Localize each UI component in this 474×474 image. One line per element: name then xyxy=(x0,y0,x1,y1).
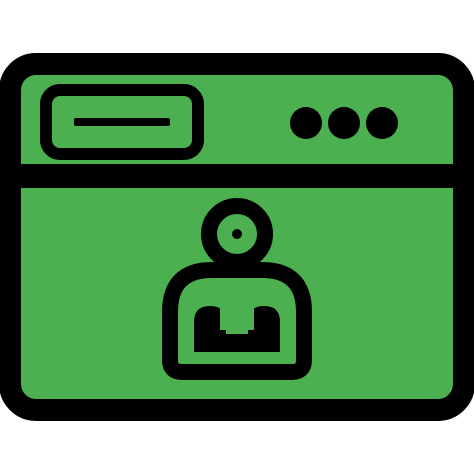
address-bar-line xyxy=(74,118,170,126)
user-shirt-gap xyxy=(220,306,254,330)
window-dot-1 xyxy=(290,107,322,139)
window-header-divider xyxy=(10,164,464,188)
browser-user-profile-icon xyxy=(0,0,474,474)
window-dot-2 xyxy=(328,107,360,139)
user-head-dot xyxy=(232,229,242,239)
icon-canvas xyxy=(0,53,474,421)
window-dot-3 xyxy=(366,107,398,139)
window-dots xyxy=(290,107,398,139)
